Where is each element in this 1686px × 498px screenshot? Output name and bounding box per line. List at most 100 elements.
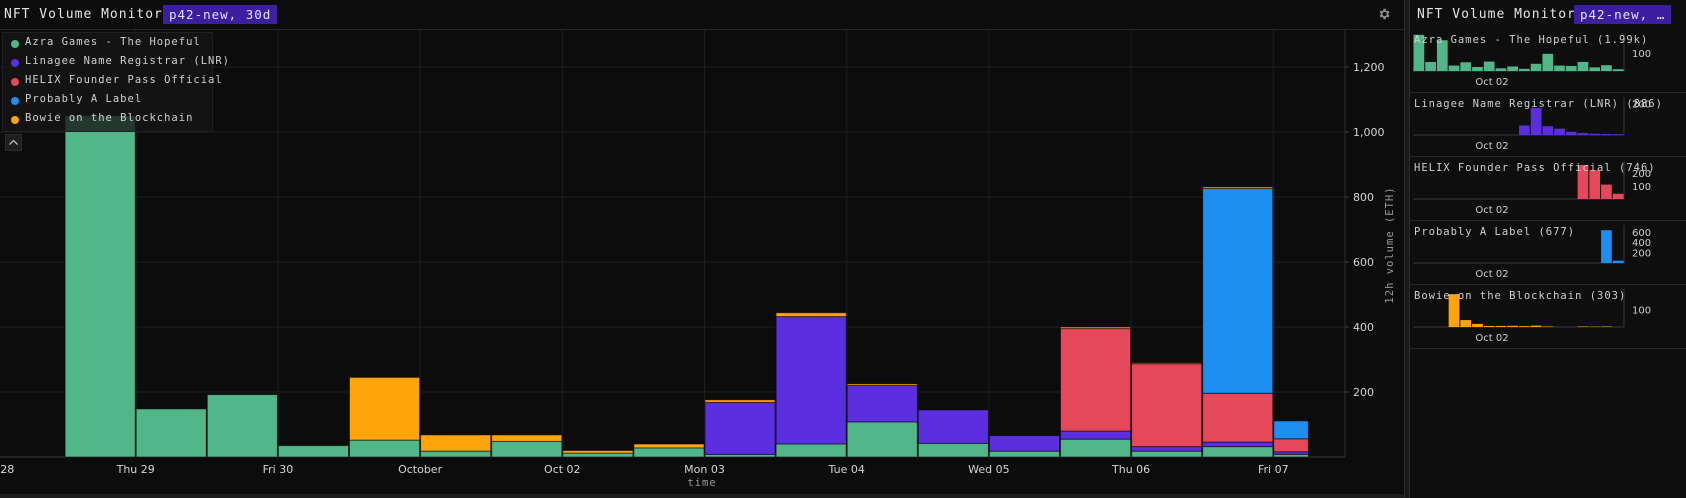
bar-segment-azra[interactable] [846, 421, 918, 458]
bar-segment-bowie[interactable] [491, 434, 563, 442]
bar-segment-azra[interactable] [1131, 450, 1203, 458]
mini-chart-probably[interactable]: Probably A Label (677) 200 400 600 Oct 02 [1410, 221, 1686, 285]
y-tick-label: 600 [1353, 256, 1374, 269]
bar-segment-bowie[interactable] [1060, 326, 1132, 330]
mini-bar [1577, 326, 1589, 327]
mini-bar [1460, 320, 1472, 327]
mini-chart-title: HELIX Founder Pass Official (746) [1414, 162, 1656, 174]
legend-label: HELIX Founder Pass Official [25, 74, 223, 86]
y-axis-title: 12h volume (ETH) [1384, 186, 1396, 303]
bar-segment-azra[interactable] [917, 442, 989, 458]
stacked-bars[interactable] [64, 115, 1309, 458]
bar-segment-azra[interactable] [135, 408, 207, 458]
y-tick-label: 1,200 [1353, 61, 1385, 74]
bar-segment-linagee[interactable] [917, 409, 989, 444]
bar-segment-azra[interactable] [633, 447, 705, 458]
x-tick-label: Wed 05 [968, 463, 1009, 476]
bar-segment-bowie[interactable] [349, 376, 421, 441]
side-query-badge[interactable]: p42-new, … [1574, 5, 1672, 24]
legend-label: Azra Games - The Hopeful [25, 36, 201, 48]
mini-bar [1519, 125, 1530, 135]
mini-bar [1530, 63, 1542, 71]
bar-segment-linagee[interactable] [846, 385, 918, 423]
mini-bar [1495, 68, 1507, 71]
legend-label: Bowie on the Blockchain [25, 112, 194, 124]
mini-bar [1601, 134, 1612, 135]
bar-segment-azra[interactable] [206, 394, 278, 458]
mini-x-tick-label: Oct 02 [1475, 269, 1508, 280]
main-header: NFT Volume Monitor p42-new, 30d [0, 0, 1404, 30]
bar-segment-azra[interactable] [277, 445, 349, 458]
x-tick-label: Oct 02 [544, 463, 581, 476]
bar-segment-azra[interactable] [64, 115, 136, 458]
mini-bar [1542, 53, 1554, 71]
query-badge[interactable]: p42-new, 30d [163, 5, 278, 24]
bar-segment-bowie[interactable] [420, 434, 492, 452]
mini-chart-helix[interactable]: HELIX Founder Pass Official (746) 100 200 O… [1410, 157, 1686, 221]
mini-chart-bowie[interactable]: Bowie on the Blockchain (303) 100 Oct 02 [1410, 285, 1686, 349]
mini-chart-title: Linagee Name Registrar (LNR) (886) [1414, 98, 1663, 110]
bar-segment-linagee[interactable] [1131, 446, 1203, 452]
bar-segment-azra[interactable] [988, 450, 1061, 458]
mini-bar [1460, 62, 1472, 71]
mini-bar [1577, 133, 1589, 135]
bar-segment-azra[interactable] [420, 450, 492, 458]
x-axis-title: time [687, 477, 716, 489]
bar-segment-azra[interactable] [1060, 438, 1132, 458]
mini-bar [1425, 61, 1436, 71]
mini-chart-linagee[interactable]: Linagee Name Registrar (LNR) (886) 200 Oct… [1410, 93, 1686, 157]
bar-segment-helix[interactable] [1202, 392, 1274, 443]
bar-segment-helix[interactable] [1131, 363, 1203, 448]
y-axis: 200 400 600 800 1,000 1,200 [1345, 61, 1385, 399]
gear-icon[interactable] [1377, 7, 1391, 21]
mini-bar [1483, 325, 1495, 327]
bar-segment-bowie[interactable] [1131, 362, 1203, 365]
mini-bar [1472, 323, 1483, 327]
bar-segment-azra[interactable] [775, 443, 847, 458]
mini-chart-title: Probably A Label (677) [1414, 226, 1576, 238]
bottom-scrollbar[interactable] [0, 494, 1404, 498]
mini-bar [1589, 133, 1601, 135]
mini-bar [1507, 325, 1518, 327]
bar-segment-linagee[interactable] [1202, 441, 1274, 448]
bar-segment-azra[interactable] [562, 452, 634, 458]
mini-bar [1542, 326, 1554, 327]
bar-segment-bowie[interactable] [775, 312, 847, 318]
collapse-legend-button[interactable] [5, 134, 22, 151]
bar-segment-bowie[interactable] [633, 443, 705, 449]
bar-segment-azra[interactable] [491, 440, 563, 458]
mini-chart-azra[interactable]: Azra Games - The Hopeful (1.99k) 100 Oct 0… [1410, 29, 1686, 93]
mini-bar [1519, 68, 1530, 71]
mini-bar [1472, 67, 1483, 71]
bar-segment-azra[interactable] [349, 439, 421, 458]
mini-y-tick-label: 200 [1632, 249, 1651, 260]
side-header: NFT Volume Monitor p42-new, … [1410, 0, 1686, 29]
x-tick-label: Thu 06 [1111, 463, 1150, 476]
bar-segment-linagee[interactable] [775, 316, 847, 445]
bar-segment-helix[interactable] [1060, 328, 1132, 432]
mini-bar [1530, 108, 1542, 135]
bar-segment-probably[interactable] [1273, 420, 1309, 440]
x-axis: Wed 28 Thu 29 Fri 30 October Oct 02 Mon 03 Tue… [0, 463, 1289, 476]
bar-segment-linagee[interactable] [988, 435, 1061, 452]
bar-segment-helix[interactable] [1273, 438, 1309, 453]
mini-y-tick-label: 100 [1632, 49, 1651, 60]
legend-swatch-linagee [11, 59, 19, 67]
bar-segment-probably[interactable] [1202, 188, 1274, 394]
mini-y-tick-label: 600 [1632, 228, 1651, 239]
x-tick-label: Fri 07 [1258, 463, 1289, 476]
legend-swatch-probably [11, 97, 19, 105]
mini-bar [1601, 326, 1612, 327]
mini-bar [1448, 65, 1460, 71]
x-tick-label: October [398, 463, 442, 476]
bar-segment-bowie[interactable] [846, 383, 918, 386]
bar-segment-bowie[interactable] [1202, 186, 1274, 190]
mini-bar [1601, 230, 1612, 263]
bar-segment-azra[interactable] [1202, 446, 1274, 458]
bar-segment-linagee[interactable] [704, 401, 776, 455]
bar-segment-linagee[interactable] [1060, 430, 1132, 440]
side-app-title: NFT Volume Monitor [1417, 7, 1576, 22]
mini-bar [1519, 326, 1530, 327]
bar-segment-bowie[interactable] [562, 450, 634, 454]
bar-segment-bowie[interactable] [704, 399, 776, 403]
